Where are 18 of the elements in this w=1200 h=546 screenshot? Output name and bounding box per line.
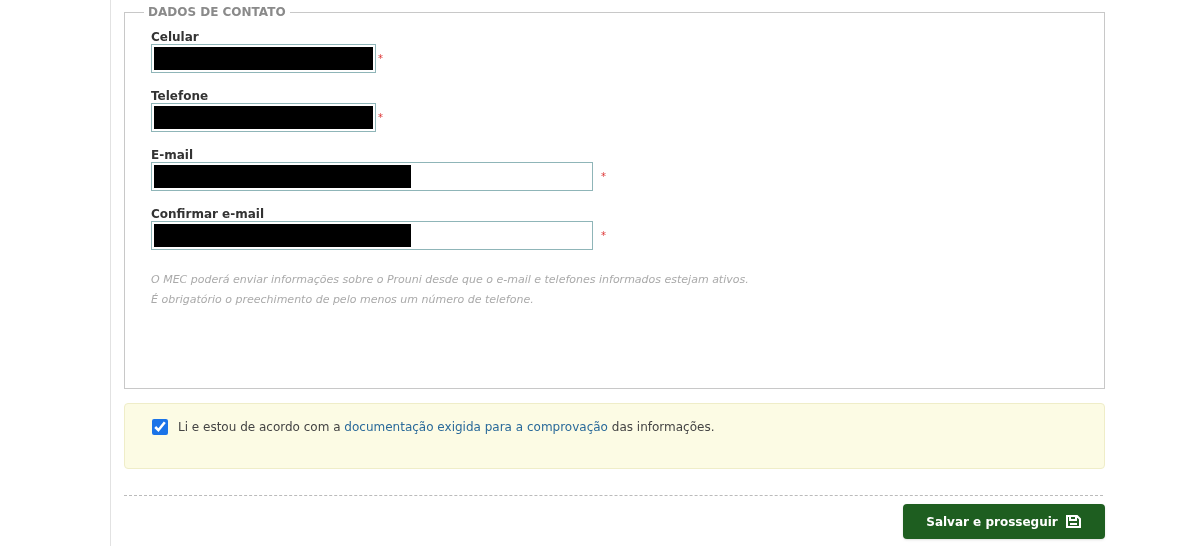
save-icon xyxy=(1065,514,1082,529)
required-mark: * xyxy=(378,111,383,125)
field-label: Confirmar e-mail xyxy=(151,207,266,221)
field-label: E-mail xyxy=(151,148,194,162)
documentation-link[interactable]: documentação exigida para a comprovação xyxy=(344,420,608,434)
required-mark: * xyxy=(601,170,606,184)
input-field[interactable] xyxy=(151,221,593,250)
help-note: É obrigatório o preechimento de pelo menos um número de telefone. xyxy=(151,291,535,308)
field-label: Celular xyxy=(151,30,200,44)
save-button[interactable]: Salvar e prosseguir xyxy=(903,504,1105,539)
input-field[interactable] xyxy=(151,162,593,191)
agreement-checkbox[interactable] xyxy=(152,419,168,435)
section-legend: DADOS DE CONTATO xyxy=(144,3,290,21)
required-mark: * xyxy=(601,229,606,243)
agreement-text: Li e estou de acordo com a documentação exigida para a comprovação das informações. xyxy=(178,419,715,436)
required-mark: * xyxy=(378,52,383,66)
help-note: O MEC poderá enviar informações sobre o Prouni desde que o e-mail e telefones informados estejam ativos. xyxy=(151,272,750,288)
field-label: Telefone xyxy=(151,89,210,103)
